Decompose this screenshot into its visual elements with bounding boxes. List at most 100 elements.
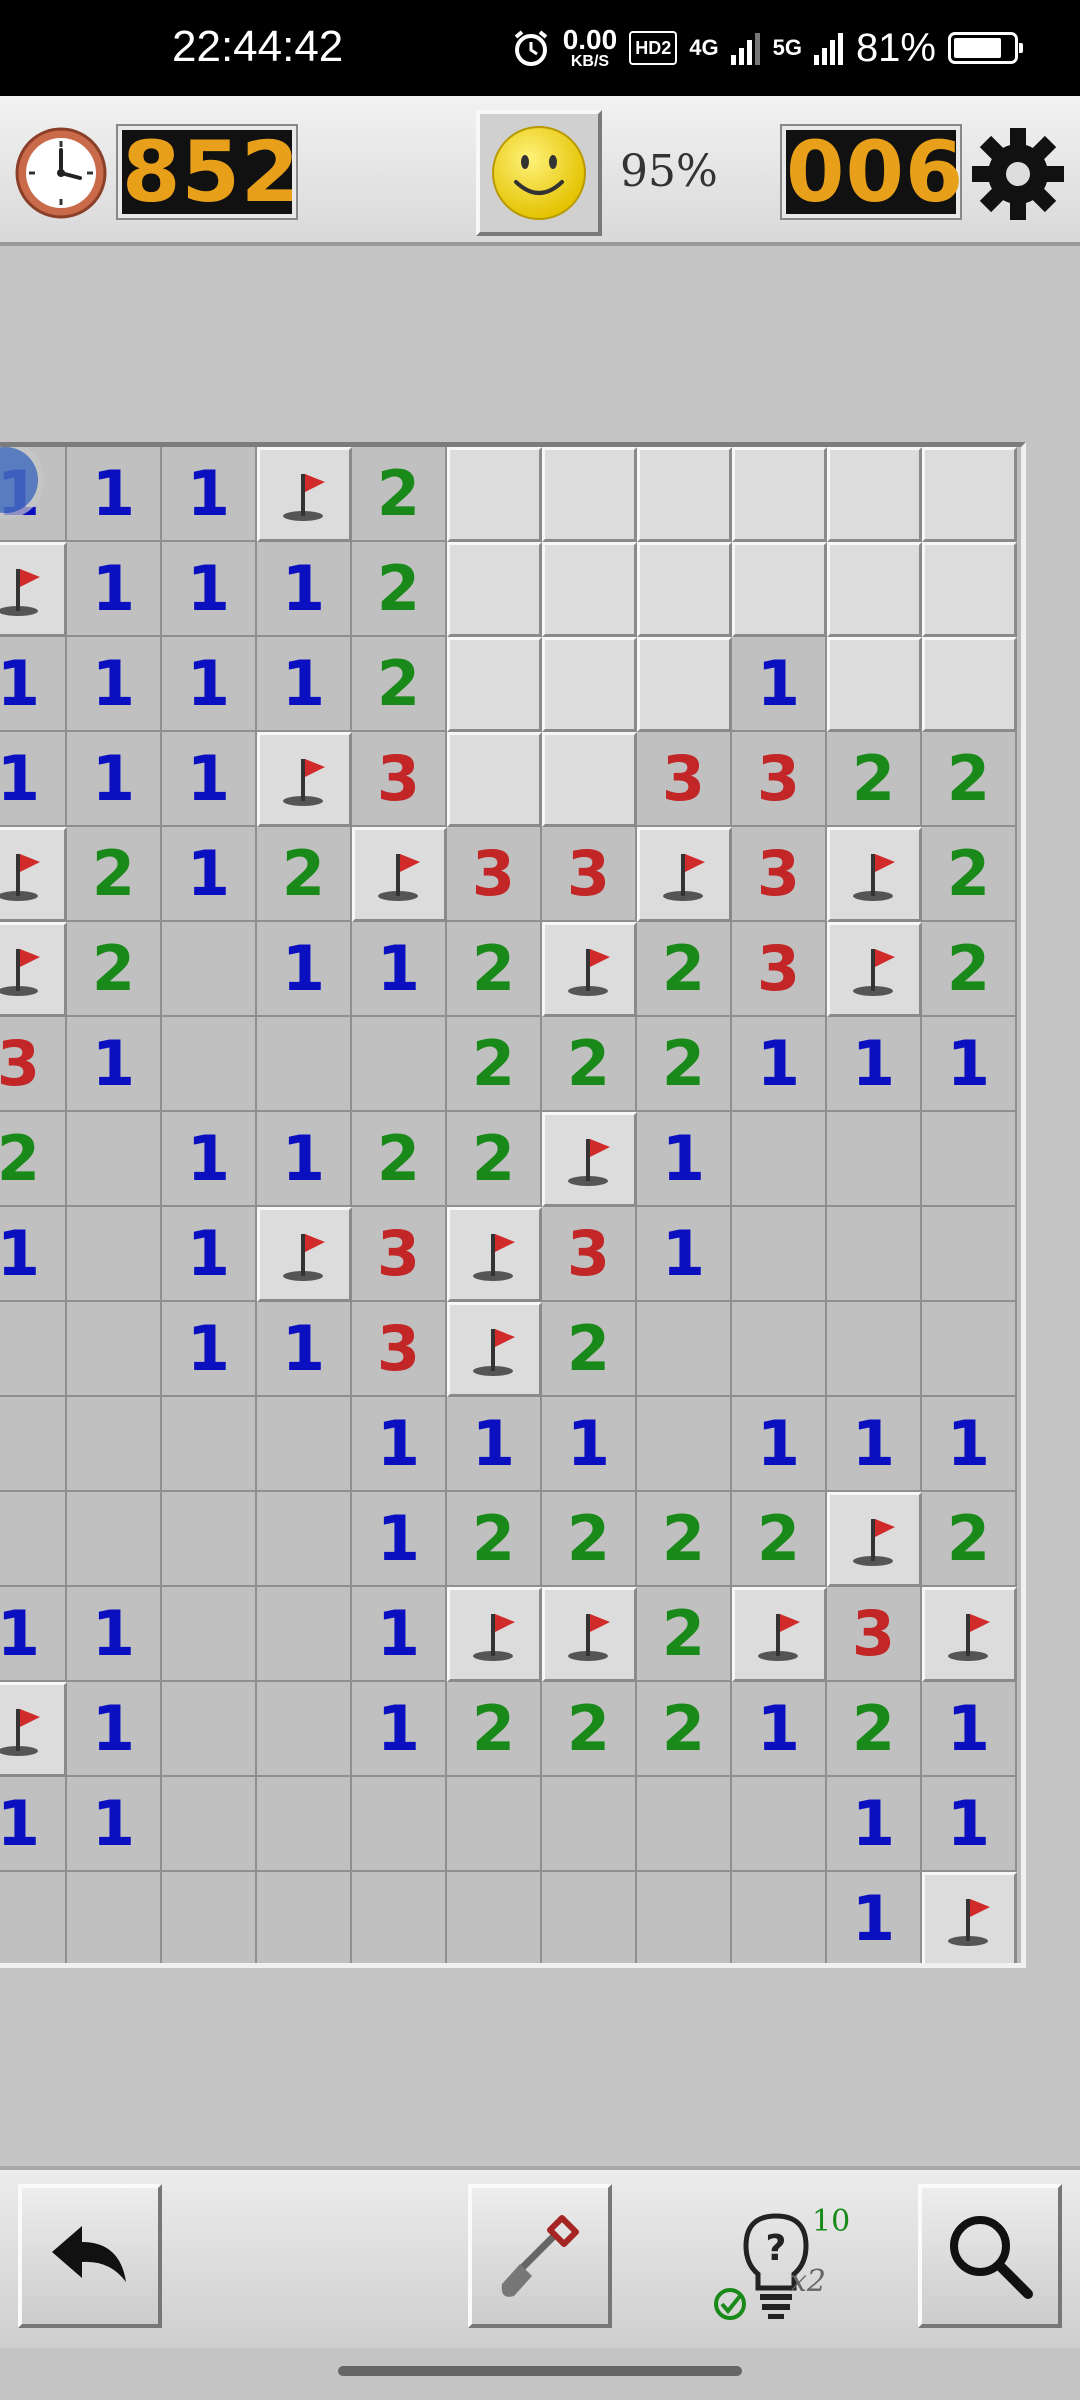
cell-empty[interactable]	[257, 1872, 352, 1963]
cell-empty[interactable]	[0, 1302, 67, 1397]
cell-empty[interactable]	[637, 1872, 732, 1963]
cell-number[interactable]: 1	[732, 637, 827, 732]
cell-number[interactable]: 3	[827, 1587, 922, 1682]
cell-number[interactable]: 2	[637, 1682, 732, 1777]
cell-number[interactable]: 2	[637, 1492, 732, 1587]
cell-flagged[interactable]	[447, 1302, 542, 1397]
cell-empty[interactable]	[162, 1587, 257, 1682]
cell-flagged[interactable]	[447, 1587, 542, 1682]
cell-empty[interactable]	[67, 1397, 162, 1492]
cell-flagged[interactable]	[257, 732, 352, 827]
cell-empty[interactable]	[257, 1397, 352, 1492]
cell-number[interactable]: 1	[732, 1017, 827, 1112]
cell-hidden[interactable]	[827, 447, 922, 542]
cell-hidden[interactable]	[637, 447, 732, 542]
cell-hidden[interactable]	[447, 732, 542, 827]
undo-button[interactable]	[18, 2184, 162, 2328]
cell-number[interactable]: 1	[922, 1682, 1017, 1777]
cell-empty[interactable]	[0, 1872, 67, 1963]
cell-hidden[interactable]	[827, 542, 922, 637]
cell-hidden[interactable]	[922, 637, 1017, 732]
cell-empty[interactable]	[827, 1207, 922, 1302]
cell-number[interactable]: 2	[447, 1112, 542, 1207]
gear-icon[interactable]	[968, 124, 1068, 224]
cell-number[interactable]: 2	[352, 1112, 447, 1207]
cell-number[interactable]: 1	[162, 542, 257, 637]
cell-empty[interactable]	[162, 1397, 257, 1492]
cell-number[interactable]: 2	[732, 1492, 827, 1587]
cell-flagged[interactable]	[352, 827, 447, 922]
cell-number[interactable]: 2	[0, 1112, 67, 1207]
cell-number[interactable]: 2	[637, 1587, 732, 1682]
cell-empty[interactable]	[732, 1112, 827, 1207]
cell-number[interactable]: 1	[922, 1777, 1017, 1872]
cell-flagged[interactable]	[542, 922, 637, 1017]
cell-hidden[interactable]	[542, 542, 637, 637]
cell-number[interactable]: 1	[257, 1112, 352, 1207]
cell-number[interactable]: 1	[352, 1587, 447, 1682]
new-game-button[interactable]	[476, 110, 602, 236]
cell-empty[interactable]	[922, 1302, 1017, 1397]
cell-number[interactable]: 1	[0, 1777, 67, 1872]
cell-flagged[interactable]	[637, 827, 732, 922]
cell-flagged[interactable]	[257, 447, 352, 542]
cell-number[interactable]: 1	[257, 637, 352, 732]
cell-number[interactable]: 1	[257, 542, 352, 637]
cell-number[interactable]: 2	[67, 922, 162, 1017]
cell-number[interactable]: 2	[447, 1682, 542, 1777]
cell-number[interactable]: 2	[447, 1017, 542, 1112]
cell-number[interactable]: 3	[352, 732, 447, 827]
cell-number[interactable]: 1	[67, 542, 162, 637]
cell-number[interactable]: 1	[827, 1872, 922, 1963]
cell-number[interactable]: 1	[162, 637, 257, 732]
cell-empty[interactable]	[162, 1872, 257, 1963]
cell-number[interactable]: 3	[542, 827, 637, 922]
cell-number[interactable]: 3	[542, 1207, 637, 1302]
cell-hidden[interactable]	[542, 637, 637, 732]
cell-number[interactable]: 1	[162, 1112, 257, 1207]
cell-number[interactable]: 1	[67, 1017, 162, 1112]
cell-number[interactable]: 1	[922, 1397, 1017, 1492]
cell-number[interactable]: 2	[542, 1492, 637, 1587]
cell-empty[interactable]	[257, 1492, 352, 1587]
cell-number[interactable]: 1	[0, 1587, 67, 1682]
cell-empty[interactable]	[447, 1872, 542, 1963]
cell-hidden[interactable]	[542, 447, 637, 542]
cell-number[interactable]: 3	[0, 1017, 67, 1112]
cell-number[interactable]: 1	[827, 1397, 922, 1492]
cell-number[interactable]: 1	[637, 1112, 732, 1207]
cell-hidden[interactable]	[447, 637, 542, 732]
cell-empty[interactable]	[732, 1207, 827, 1302]
cell-number[interactable]: 1	[732, 1397, 827, 1492]
cell-empty[interactable]	[922, 1207, 1017, 1302]
cell-empty[interactable]	[162, 1777, 257, 1872]
cell-number[interactable]: 2	[922, 1492, 1017, 1587]
cell-number[interactable]: 1	[162, 827, 257, 922]
cell-empty[interactable]	[827, 1302, 922, 1397]
cell-number[interactable]: 2	[542, 1682, 637, 1777]
cell-number[interactable]: 3	[732, 922, 827, 1017]
cell-number[interactable]: 1	[922, 1017, 1017, 1112]
cell-number[interactable]: 1	[0, 732, 67, 827]
cell-number[interactable]: 3	[732, 732, 827, 827]
cell-empty[interactable]	[257, 1017, 352, 1112]
home-indicator[interactable]	[338, 2366, 742, 2376]
cell-number[interactable]: 1	[827, 1777, 922, 1872]
cell-number[interactable]: 2	[447, 1492, 542, 1587]
cell-hidden[interactable]	[637, 637, 732, 732]
cell-empty[interactable]	[67, 1112, 162, 1207]
cell-number[interactable]: 1	[0, 1207, 67, 1302]
cell-number[interactable]: 1	[542, 1397, 637, 1492]
cell-hidden[interactable]	[542, 732, 637, 827]
cell-hidden[interactable]	[732, 542, 827, 637]
cell-empty[interactable]	[637, 1777, 732, 1872]
cell-empty[interactable]	[162, 1017, 257, 1112]
cell-hidden[interactable]	[922, 447, 1017, 542]
cell-flagged[interactable]	[827, 827, 922, 922]
cell-number[interactable]: 2	[922, 732, 1017, 827]
cell-empty[interactable]	[352, 1872, 447, 1963]
cell-number[interactable]: 1	[732, 1682, 827, 1777]
cell-number[interactable]: 2	[352, 542, 447, 637]
cell-number[interactable]: 3	[732, 827, 827, 922]
cell-flagged[interactable]	[542, 1587, 637, 1682]
